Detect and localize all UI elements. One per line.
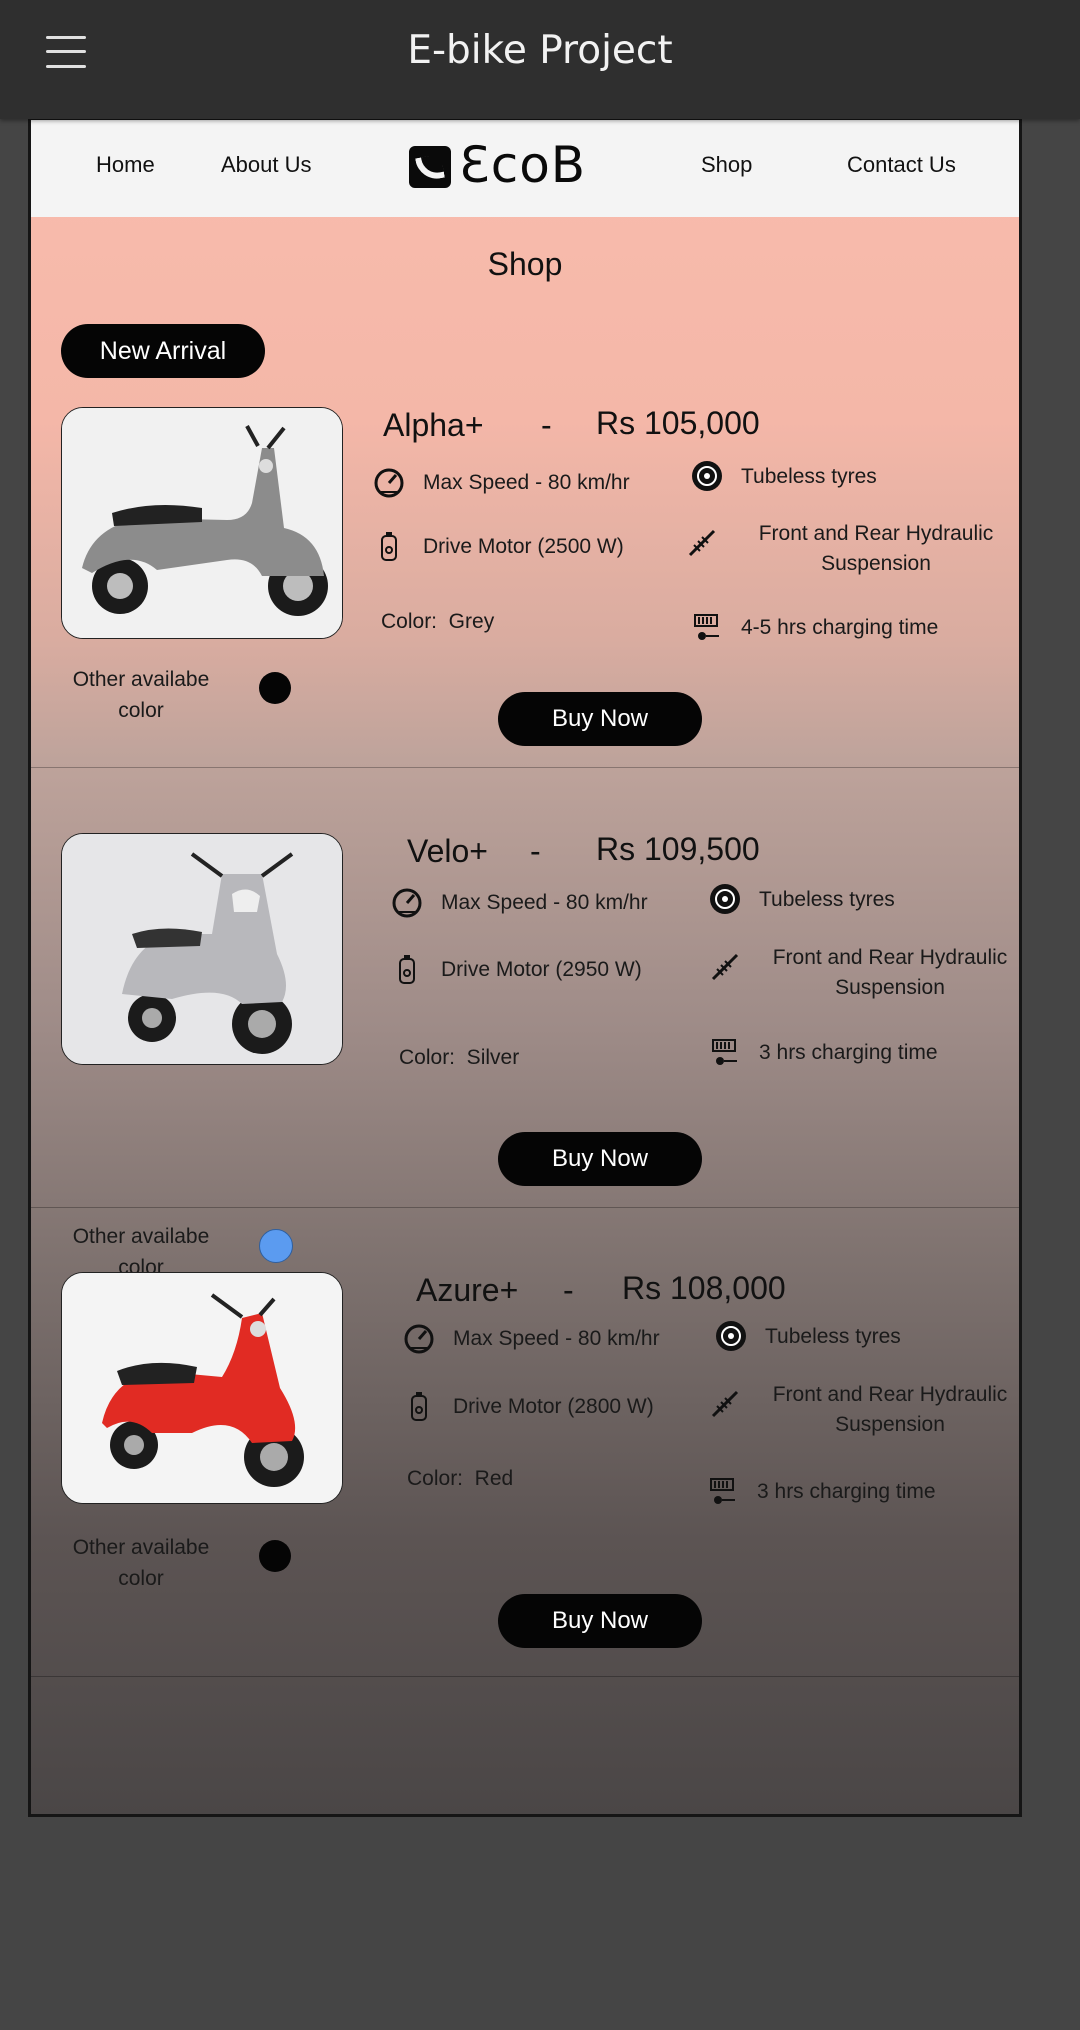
product-card-velo: Other availabe color Velo+ - Rs 109,500 … [31,831,1019,1279]
spec-motor: Drive Motor (2950 W) [391,955,691,985]
spec-charging: 4-5 hrs charging time [691,613,1011,643]
logo-mark-icon [409,146,451,188]
product-name: Alpha+ [383,407,484,443]
color-swatch[interactable] [259,1229,293,1263]
spec-text: Max Speed - 80 km/hr [453,1327,660,1350]
scooter-icon [62,408,342,638]
spec-text: Tubeless tyres [741,465,877,488]
product-name: Azure+ [416,1272,519,1308]
spec-suspension: Front and Rear Hydraulic Suspension [709,943,1019,1003]
spec-tyres: Tubeless tyres [709,884,1009,915]
website-frame: Home About Us ƐcoB Shop Contact Us Shop … [28,117,1022,1817]
suspension-icon [711,953,739,981]
nav-contact-link[interactable]: Contact Us [847,152,956,178]
spec-text: Tubeless tyres [765,1325,901,1348]
spec-text: Max Speed - 80 km/hr [423,471,630,494]
product-card-azure: Other availabe color Azure+ - Rs 108,000… [31,1270,1019,1702]
spec-tyres: Tubeless tyres [691,461,1011,492]
name-price-separator: - [563,1272,574,1308]
other-color-label: Other availabe color [72,668,210,722]
app-bar: E-bike Project [0,0,1080,119]
charging-icon [710,1478,735,1504]
motor-icon [411,1392,427,1421]
color-swatch[interactable] [259,672,291,704]
product-card-alpha: Other availabe color Alpha+ - Rs 105,000… [31,405,1019,837]
motor-icon [399,955,415,984]
spec-text: 3 hrs charging time [759,1041,938,1064]
other-color-label: Other availabe color [72,1536,210,1590]
spec-suspension: Front and Rear Hydraulic Suspension [686,519,1016,579]
motor-icon [381,532,397,561]
speedometer-icon [404,1324,434,1354]
name-price-separator: - [541,407,552,443]
buy-now-button[interactable]: Buy Now [498,692,702,746]
charging-icon [694,614,719,640]
product-image [61,833,343,1065]
site-navbar: Home About Us ƐcoB Shop Contact Us [31,120,1019,217]
product-color: Color: Grey [381,610,495,633]
spec-text: Drive Motor (2800 W) [453,1395,654,1418]
shop-heading: Shop [487,246,563,282]
nav-about-link[interactable]: About Us [221,152,312,178]
spec-charging: 3 hrs charging time [709,1038,1009,1068]
product-image [61,407,343,639]
spec-text: Drive Motor (2950 W) [441,958,642,981]
product-price: Rs 109,500 [596,831,760,867]
product-image [61,1272,343,1504]
product-color: Color: Red [407,1467,514,1490]
product-color: Color: Silver [399,1046,520,1069]
spec-max-speed: Max Speed - 80 km/hr [391,888,691,918]
tyre-icon [710,884,740,914]
suspension-icon [711,1390,739,1418]
product-name: Velo+ [407,833,488,869]
buy-now-button[interactable]: Buy Now [498,1132,702,1186]
logo-text: ƐcoB [459,136,587,194]
spec-text: Front and Rear Hydraulic Suspension [758,522,994,575]
product-divider [31,1676,1019,1677]
name-price-separator: - [530,833,541,869]
ecob-logo[interactable]: ƐcoB [409,136,619,194]
app-title: E-bike Project [407,28,673,73]
suspension-icon [688,529,716,557]
spec-motor: Drive Motor (2500 W) [373,532,673,562]
buy-now-button[interactable]: Buy Now [498,1594,702,1648]
new-arrival-badge: New Arrival [61,324,265,378]
product-price: Rs 108,000 [622,1270,786,1306]
tyre-icon [716,1321,746,1351]
tyre-icon [692,461,722,491]
spec-charging: 3 hrs charging time [707,1477,1007,1507]
spec-suspension: Front and Rear Hydraulic Suspension [709,1380,1019,1440]
spec-max-speed: Max Speed - 80 km/hr [403,1324,703,1354]
speedometer-icon [374,468,404,498]
spec-text: Drive Motor (2500 W) [423,535,624,558]
product-divider [31,1207,1019,1208]
spec-text: Front and Rear Hydraulic Suspension [772,946,1008,999]
scooter-icon [62,1273,342,1503]
product-divider [31,767,1019,768]
spec-text: Front and Rear Hydraulic Suspension [772,1383,1008,1436]
spec-text: 3 hrs charging time [757,1480,936,1503]
spec-text: Tubeless tyres [759,888,895,911]
nav-shop-link[interactable]: Shop [701,152,752,178]
product-price: Rs 105,000 [596,405,760,441]
spec-tyres: Tubeless tyres [715,1321,1015,1352]
color-swatch[interactable] [259,1540,291,1572]
spec-motor: Drive Motor (2800 W) [403,1392,703,1422]
speedometer-icon [392,888,422,918]
spec-text: 4-5 hrs charging time [741,616,939,639]
charging-icon [712,1039,737,1065]
spec-max-speed: Max Speed - 80 km/hr [373,468,673,498]
nav-home-link[interactable]: Home [96,152,155,178]
spec-text: Max Speed - 80 km/hr [441,891,648,914]
scooter-icon [62,834,342,1064]
